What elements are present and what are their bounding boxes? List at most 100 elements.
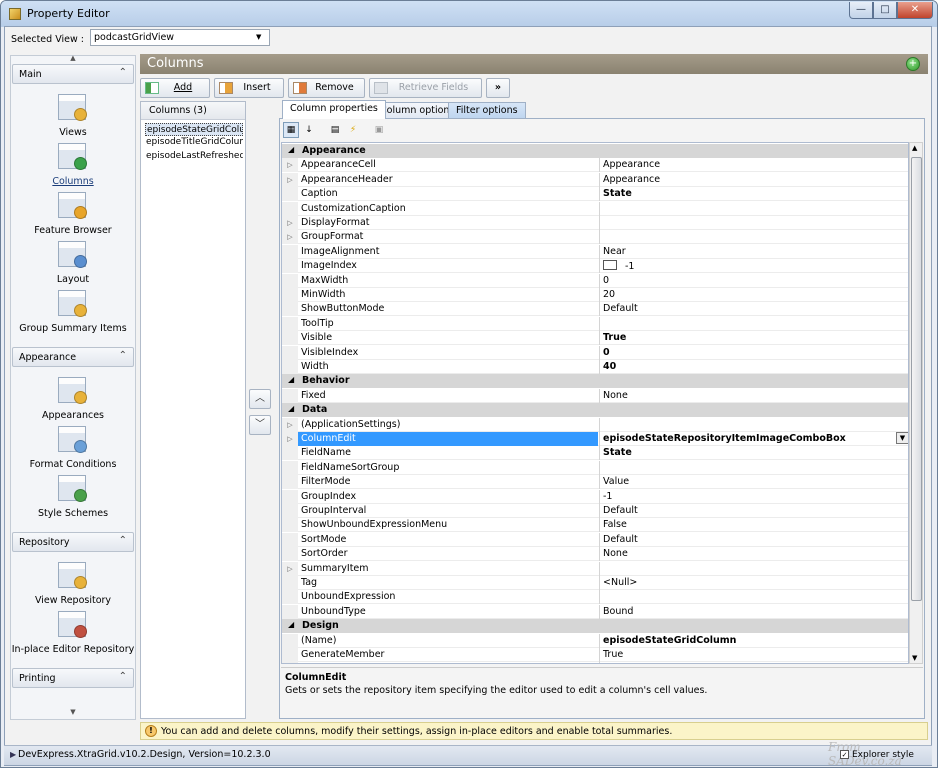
property-value[interactable]: -1 <box>599 489 908 504</box>
expand-arrow-icon[interactable]: ▷ <box>282 172 298 187</box>
expand-arrow-icon[interactable]: ▷ <box>282 417 298 432</box>
tab-column-properties[interactable]: Column properties <box>282 100 386 119</box>
property-value[interactable]: 20 <box>599 288 908 302</box>
move-up-button[interactable]: ︿ <box>249 389 271 409</box>
feature-browser-icon[interactable] <box>58 192 87 219</box>
property-pages-icon[interactable]: ▣ <box>371 122 387 138</box>
property-value[interactable]: Value <box>599 475 908 490</box>
property-row[interactable]: SortMode Default <box>282 532 908 547</box>
property-row[interactable]: ShowButtonMode Default <box>282 302 908 317</box>
property-value[interactable]: State <box>599 187 908 202</box>
nav-item-view-repository[interactable]: View Repository <box>11 595 135 606</box>
chevron-up-icon[interactable]: ⌃ <box>119 535 127 546</box>
property-value[interactable] <box>599 590 908 605</box>
group-summary-icon[interactable] <box>58 290 87 317</box>
property-value[interactable]: True <box>599 648 908 662</box>
property-value[interactable] <box>599 460 908 475</box>
views-icon[interactable] <box>58 94 87 121</box>
columns-icon[interactable] <box>58 143 87 170</box>
property-row[interactable]: UnboundExpression <box>282 590 908 605</box>
nav-scroll-up-icon[interactable]: ▲ <box>11 54 135 62</box>
style-schemes-icon[interactable] <box>58 475 87 502</box>
property-value[interactable]: None <box>599 388 908 403</box>
more-button[interactable]: » <box>486 78 510 98</box>
expand-arrow-icon[interactable]: ▷ <box>282 158 298 173</box>
property-row[interactable]: FilterMode Value <box>282 475 908 490</box>
collapse-arrow-icon[interactable]: ◢ <box>288 404 294 413</box>
nav-scroll-down-icon[interactable]: ▼ <box>11 708 135 716</box>
collapse-arrow-icon[interactable]: ◢ <box>288 620 294 629</box>
nav-item-views[interactable]: Views <box>11 127 135 138</box>
property-category[interactable]: ◢ Behavior <box>282 374 908 389</box>
column-list-item[interactable]: episodeStateGridColumn <box>145 123 243 136</box>
property-row[interactable]: ▷ AppearanceHeader Appearance <box>282 172 908 187</box>
property-value[interactable]: -1 <box>599 259 908 274</box>
expand-arrow-icon[interactable]: ▷ <box>282 216 298 230</box>
property-row[interactable]: ▷ SummaryItem <box>282 561 908 576</box>
title-bar[interactable]: Property Editor — □ ✕ <box>1 1 937 27</box>
appearances-icon[interactable] <box>58 377 87 404</box>
nav-group-appearance[interactable]: Appearance ⌃ <box>12 347 134 367</box>
scroll-up-icon[interactable]: ▲ <box>912 144 917 152</box>
column-list-item[interactable]: episodeLastRefreshedGridColumn <box>145 150 243 163</box>
chevron-up-icon[interactable]: ⌃ <box>119 67 127 78</box>
dropdown-arrow-icon[interactable]: ▼ <box>896 432 908 444</box>
alphabetical-icon[interactable]: ↓ <box>301 122 317 138</box>
maximize-button[interactable]: □ <box>873 2 897 19</box>
chevron-up-icon[interactable]: ⌃ <box>119 350 127 361</box>
property-row[interactable]: Visible True <box>282 331 908 346</box>
add-button[interactable]: Add <box>140 78 210 98</box>
close-button[interactable]: ✕ <box>897 2 933 19</box>
property-row[interactable]: ToolTip <box>282 316 908 331</box>
property-row[interactable]: Width 40 <box>282 360 908 374</box>
property-value[interactable] <box>599 216 908 230</box>
property-value[interactable]: None <box>599 547 908 562</box>
chevron-down-icon[interactable]: ▼ <box>256 33 261 41</box>
property-value[interactable]: 40 <box>599 360 908 374</box>
nav-group-repository[interactable]: Repository ⌃ <box>12 532 134 552</box>
insert-button[interactable]: Insert <box>214 78 284 98</box>
property-row[interactable]: GroupIndex -1 <box>282 489 908 504</box>
nav-item-format-conditions[interactable]: Format Conditions <box>11 459 135 470</box>
property-value[interactable] <box>599 201 908 216</box>
property-value[interactable]: False <box>599 518 908 533</box>
nav-item-style-schemes[interactable]: Style Schemes <box>11 508 135 519</box>
property-category[interactable]: ◢ Appearance <box>282 144 908 158</box>
property-row[interactable]: FieldName State <box>282 446 908 461</box>
property-value[interactable]: episodeStateGridColumn <box>599 633 908 648</box>
explorer-style-checkbox[interactable]: ✓ Explorer style <box>840 750 914 760</box>
property-row[interactable]: Fixed None <box>282 388 908 403</box>
property-value[interactable]: 0 <box>599 273 908 288</box>
property-value[interactable] <box>599 417 908 432</box>
property-row[interactable]: ImageIndex -1 <box>282 259 908 274</box>
property-value[interactable]: State <box>599 446 908 461</box>
expand-arrow-icon[interactable]: ▷ <box>282 230 298 245</box>
nav-item-layout[interactable]: Layout <box>11 274 135 285</box>
property-value[interactable] <box>599 316 908 331</box>
editor-repository-icon[interactable] <box>58 611 87 638</box>
property-value[interactable] <box>599 561 908 576</box>
property-row[interactable]: Modifiers Private <box>282 662 908 663</box>
add-circle-icon[interactable]: + <box>906 57 920 71</box>
property-value[interactable]: 0 <box>599 345 908 360</box>
property-row[interactable]: CustomizationCaption <box>282 201 908 216</box>
chevron-up-icon[interactable]: ⌃ <box>119 671 127 682</box>
layout-icon[interactable] <box>58 241 87 268</box>
remove-button[interactable]: Remove <box>288 78 365 98</box>
property-row[interactable]: ▷ AppearanceCell Appearance <box>282 158 908 173</box>
move-down-button[interactable]: ﹀ <box>249 415 271 435</box>
view-repository-icon[interactable] <box>58 562 87 589</box>
expand-arrow-icon[interactable]: ▷ <box>282 432 298 446</box>
selected-view-dropdown[interactable]: podcastGridView <box>90 29 270 46</box>
vertical-scrollbar[interactable]: ▲ ▼ <box>909 142 923 664</box>
property-row[interactable]: GroupInterval Default <box>282 504 908 518</box>
property-row[interactable]: VisibleIndex 0 <box>282 345 908 360</box>
property-value[interactable]: Default <box>599 504 908 518</box>
retrieve-fields-button[interactable]: Retrieve Fields <box>369 78 482 98</box>
expand-arrow-icon[interactable]: ▷ <box>282 561 298 576</box>
property-value[interactable]: Appearance <box>599 172 908 187</box>
property-row[interactable]: ▷ GroupFormat <box>282 230 908 245</box>
categorized-icon[interactable]: ▦ <box>283 122 299 138</box>
property-value[interactable]: Near <box>599 244 908 259</box>
property-value[interactable]: <Null> <box>599 576 908 590</box>
